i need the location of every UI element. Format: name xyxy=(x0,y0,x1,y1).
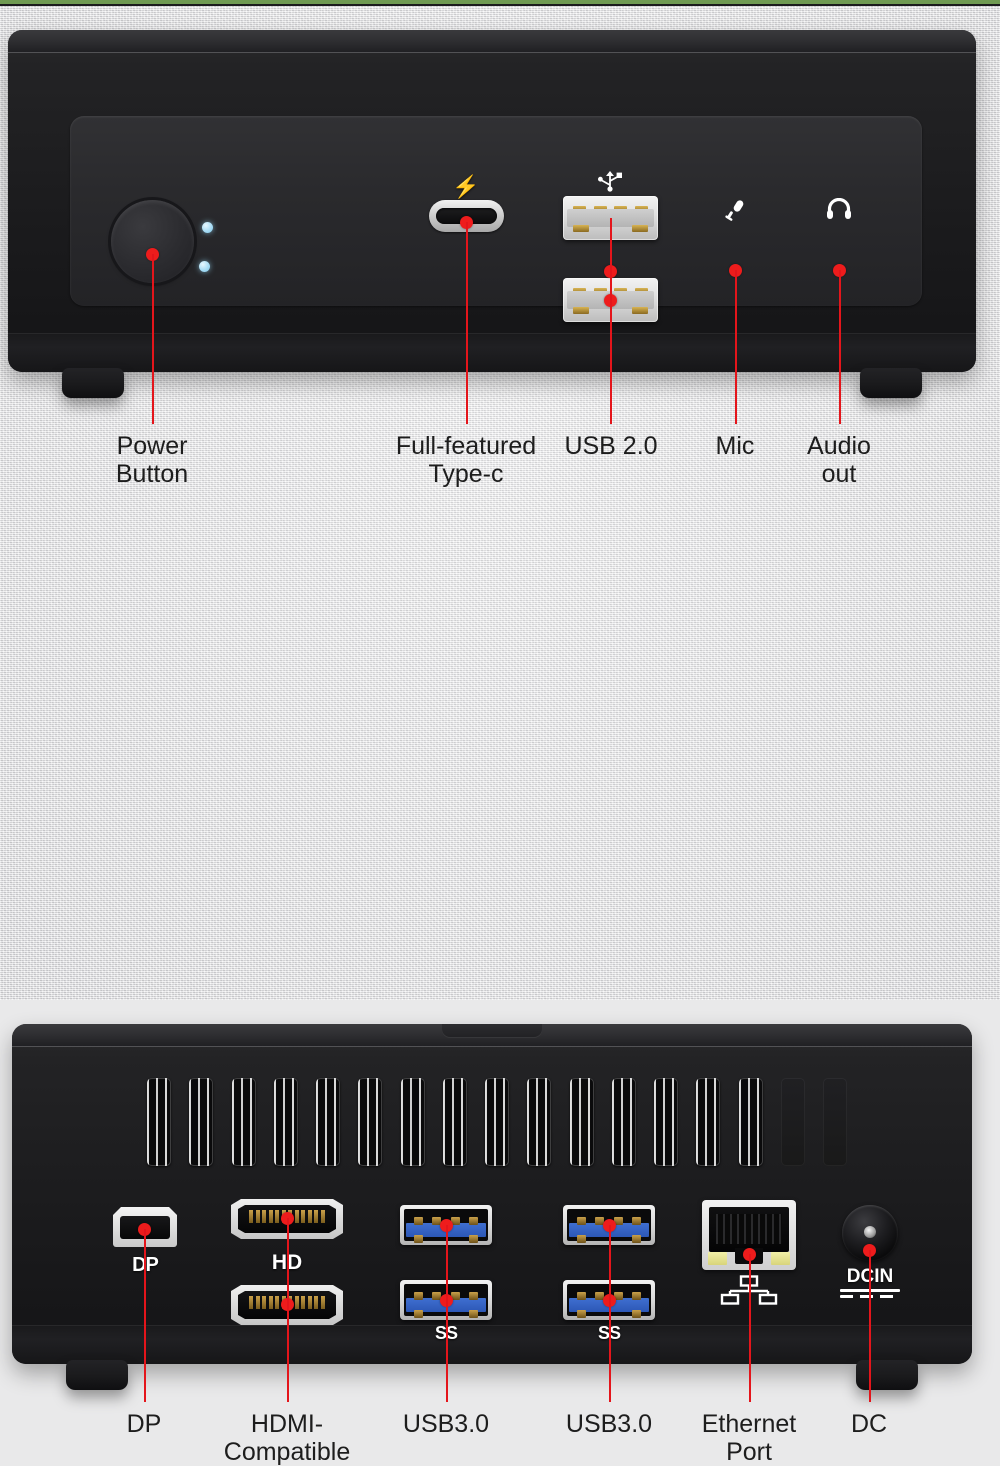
callout-line xyxy=(869,1250,871,1402)
usb-icon xyxy=(578,170,642,194)
callout-label: DP xyxy=(126,1410,162,1438)
vent-slot xyxy=(147,1078,171,1166)
vent-slot xyxy=(273,1078,298,1166)
vent-slot xyxy=(442,1078,467,1166)
vent-slot xyxy=(485,1078,509,1166)
chassis-base xyxy=(12,1325,972,1364)
thunderbolt-icon: ⚡ xyxy=(452,174,480,199)
vent-slot xyxy=(400,1078,425,1166)
callout-label: USB3.0 xyxy=(402,1410,490,1438)
callout-line xyxy=(446,1225,448,1402)
callout-line xyxy=(144,1229,146,1402)
callout-line xyxy=(287,1218,289,1402)
callout-label: DC xyxy=(850,1410,888,1438)
ventilation-grille xyxy=(147,1078,847,1166)
chassis-lid xyxy=(8,30,976,53)
callout-line xyxy=(609,1225,611,1402)
callout-line xyxy=(735,270,737,424)
callout-label: USB3.0 xyxy=(565,1410,653,1438)
callout-line xyxy=(610,218,612,424)
vent-slot xyxy=(696,1078,721,1166)
ethernet-led-right xyxy=(771,1252,790,1265)
vent-slot xyxy=(231,1078,256,1166)
status-led-top xyxy=(202,222,213,233)
vent-slot xyxy=(654,1078,678,1166)
rubber-foot-right xyxy=(860,368,922,398)
rear-panel-view: DP HD SS SS xyxy=(0,500,1000,1466)
rubber-foot-left xyxy=(62,368,124,398)
vent-slot xyxy=(358,1078,383,1166)
headphone-icon xyxy=(819,197,859,222)
microphone-icon xyxy=(715,198,755,222)
vent-slot xyxy=(738,1078,763,1166)
callout-label: Audio out xyxy=(807,432,871,488)
front-panel-view: ⚡ Power Button Full-featured Type-c USB … xyxy=(0,0,1000,500)
callout-line xyxy=(749,1254,751,1402)
vent-slot xyxy=(189,1078,214,1166)
callout-label: Ethernet Port xyxy=(701,1410,797,1466)
vent-slot-dim xyxy=(823,1078,847,1166)
ethernet-led-left xyxy=(708,1252,727,1265)
vent-slot xyxy=(316,1078,340,1166)
callout-label: Mic xyxy=(715,432,755,460)
rubber-foot-left xyxy=(66,1360,128,1390)
callout-label: Full-featured Type-c xyxy=(395,432,537,488)
status-led-bottom xyxy=(199,261,210,272)
callout-label: Power Button xyxy=(115,432,189,488)
mini-pc-chassis-rear xyxy=(12,1024,972,1390)
vent-slot-dim xyxy=(780,1078,805,1166)
vent-slot xyxy=(527,1078,552,1166)
rubber-foot-right xyxy=(856,1360,918,1390)
lid-notch xyxy=(442,1024,542,1038)
callout-line xyxy=(466,222,468,424)
callout-line xyxy=(152,254,154,424)
callout-label: HDMI- Compatible xyxy=(223,1410,351,1466)
vent-slot xyxy=(611,1078,636,1166)
vent-slot xyxy=(569,1078,594,1166)
callout-line xyxy=(839,270,841,424)
ethernet-contacts xyxy=(716,1214,782,1244)
callout-label: USB 2.0 xyxy=(564,432,658,460)
